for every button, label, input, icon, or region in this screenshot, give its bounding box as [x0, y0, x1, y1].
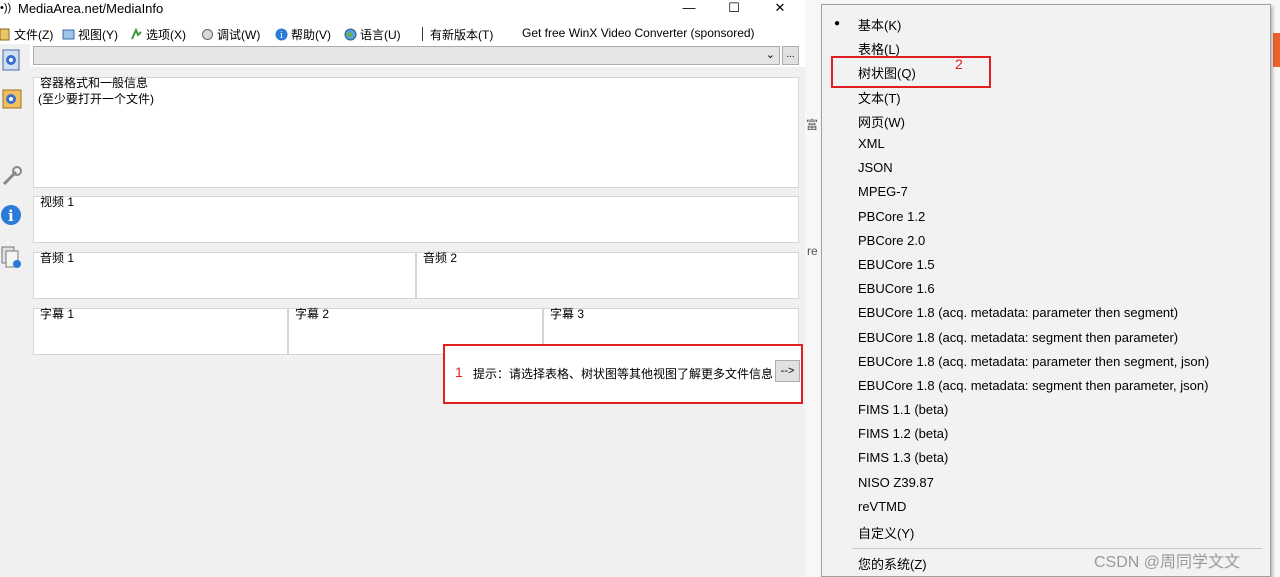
background-accent-strip [1273, 33, 1280, 67]
close-button[interactable]: ✕ [757, 0, 803, 18]
menu-item-revtmd[interactable]: reVTMD [858, 499, 906, 514]
hint-next-button[interactable]: --> [775, 360, 800, 382]
preferences-tools-icon[interactable] [0, 164, 24, 190]
audio-2-panel: 音频 2 [416, 251, 799, 299]
audio-2-title: 音频 2 [423, 251, 458, 265]
hint-annotation-box: 1 提示：请选择表格、树状图等其他视图了解更多文件信息 --> [443, 344, 803, 404]
selected-bullet-icon: ● [834, 18, 841, 29]
open-folder-icon[interactable] [0, 86, 24, 112]
menu-item-ebucore-18-ps-json[interactable]: EBUCore 1.8 (acq. metadata: parameter th… [858, 354, 1209, 369]
menu-item-pbcore-20[interactable]: PBCore 2.0 [858, 233, 925, 248]
subtitle-1-title: 字幕 1 [40, 307, 75, 321]
audio-1-title: 音频 1 [40, 251, 75, 265]
menu-item-xml[interactable]: XML [858, 136, 885, 151]
menu-item-ebucore-15[interactable]: EBUCore 1.5 [858, 257, 935, 272]
subtitle-2-title: 字幕 2 [295, 307, 330, 321]
menu-file[interactable]: 文件(Z) [0, 26, 53, 43]
browse-button[interactable]: ... [782, 46, 799, 65]
debug-icon [202, 29, 213, 40]
subtitle-1-panel: 字幕 1 [33, 307, 288, 355]
menu-view[interactable]: 视图(Y) [62, 26, 118, 43]
view-icon [62, 29, 75, 40]
options-icon [131, 28, 142, 40]
title-bar: •)) MediaArea.net/MediaInfo — ☐ ✕ [0, 0, 805, 18]
tree-highlight-annotation-box [831, 56, 991, 88]
menu-item-ebucore-18-sp-json[interactable]: EBUCore 1.8 (acq. metadata: segment then… [858, 378, 1208, 393]
svg-text:i: i [8, 207, 14, 225]
annotation-number-2: 2 [955, 56, 963, 72]
menu-sponsored-link[interactable]: Get free WinX Video Converter (sponsored… [522, 26, 755, 40]
menu-item-custom[interactable]: 自定义(Y) [858, 523, 914, 542]
open-file-icon[interactable] [0, 48, 24, 74]
minimize-button[interactable]: — [666, 0, 712, 18]
app-icon: •)) [0, 2, 12, 14]
menu-help[interactable]: i 帮助(V) [275, 26, 331, 43]
maximize-button[interactable]: ☐ [711, 0, 757, 18]
video-1-title: 视频 1 [40, 195, 75, 209]
watermark: CSDN @周同学文文 [1094, 554, 1241, 571]
background-text-fragment: re [807, 244, 818, 258]
menu-item-fims-11[interactable]: FIMS 1.1 (beta) [858, 402, 948, 417]
menu-item-fims-13[interactable]: FIMS 1.3 (beta) [858, 450, 948, 465]
audio-1-panel: 音频 1 [33, 251, 416, 299]
menu-bar: 文件(Z) 视图(Y) 选项(X) 调试(W) i 帮助(V) 语言(U) 有新版… [0, 24, 805, 44]
menu-item-niso[interactable]: NISO Z39.87 [858, 475, 934, 490]
general-info-title: 容器格式和一般信息 [40, 76, 149, 90]
hint-text: 提示：请选择表格、树状图等其他视图了解更多文件信息 [473, 367, 774, 381]
background-text-fragment: 富 [806, 118, 819, 132]
general-info-panel: 容器格式和一般信息 (至少要打开一个文件) [33, 76, 799, 188]
about-info-icon[interactable]: i [0, 202, 24, 228]
menu-item-json[interactable]: JSON [858, 160, 893, 175]
file-select-dropdown[interactable]: ⌄ [33, 46, 780, 65]
menu-item-fims-12[interactable]: FIMS 1.2 (beta) [858, 426, 948, 441]
menu-item-html[interactable]: 网页(W) [858, 112, 905, 131]
view-context-menu: ● 基本(K) 表格(L) 树状图(Q) 文本(T) 网页(W) XML JSO… [821, 4, 1271, 577]
menu-item-text[interactable]: 文本(T) [858, 88, 901, 107]
svg-text:i: i [280, 31, 283, 41]
export-icon[interactable] [0, 244, 24, 270]
chevron-down-icon: ⌄ [765, 49, 775, 61]
video-1-panel: 视频 1 [33, 195, 799, 243]
menu-language[interactable]: 语言(U) [344, 26, 401, 43]
annotation-number-1: 1 [455, 364, 463, 380]
window-title: MediaArea.net/MediaInfo [18, 1, 164, 16]
menu-options[interactable]: 选项(X) [130, 26, 186, 43]
menu-new-version[interactable]: 有新版本(T) [430, 26, 493, 43]
menu-item-your-system[interactable]: 您的系统(Z) [858, 554, 927, 573]
left-toolbar: i [0, 44, 30, 577]
menu-debug[interactable]: 调试(W) [201, 26, 260, 43]
menu-item-ebucore-18-sp[interactable]: EBUCore 1.8 (acq. metadata: segment then… [858, 330, 1178, 345]
menu-item-ebucore-16[interactable]: EBUCore 1.6 [858, 281, 935, 296]
subtitle-3-title: 字幕 3 [550, 307, 585, 321]
menu-item-mpeg7[interactable]: MPEG-7 [858, 184, 908, 199]
general-info-text: (至少要打开一个文件) [38, 92, 154, 106]
menu-item-ebucore-18-ps[interactable]: EBUCore 1.8 (acq. metadata: parameter th… [858, 305, 1178, 320]
menu-item-pbcore-12[interactable]: PBCore 1.2 [858, 209, 925, 224]
mediainfo-window: •)) MediaArea.net/MediaInfo — ☐ ✕ 文件(Z) … [0, 0, 805, 577]
language-icon [344, 28, 357, 41]
file-icon [0, 28, 10, 41]
help-icon: i [275, 28, 288, 41]
menu-item-basic[interactable]: 基本(K) [858, 15, 901, 34]
menu-separator [422, 27, 423, 41]
